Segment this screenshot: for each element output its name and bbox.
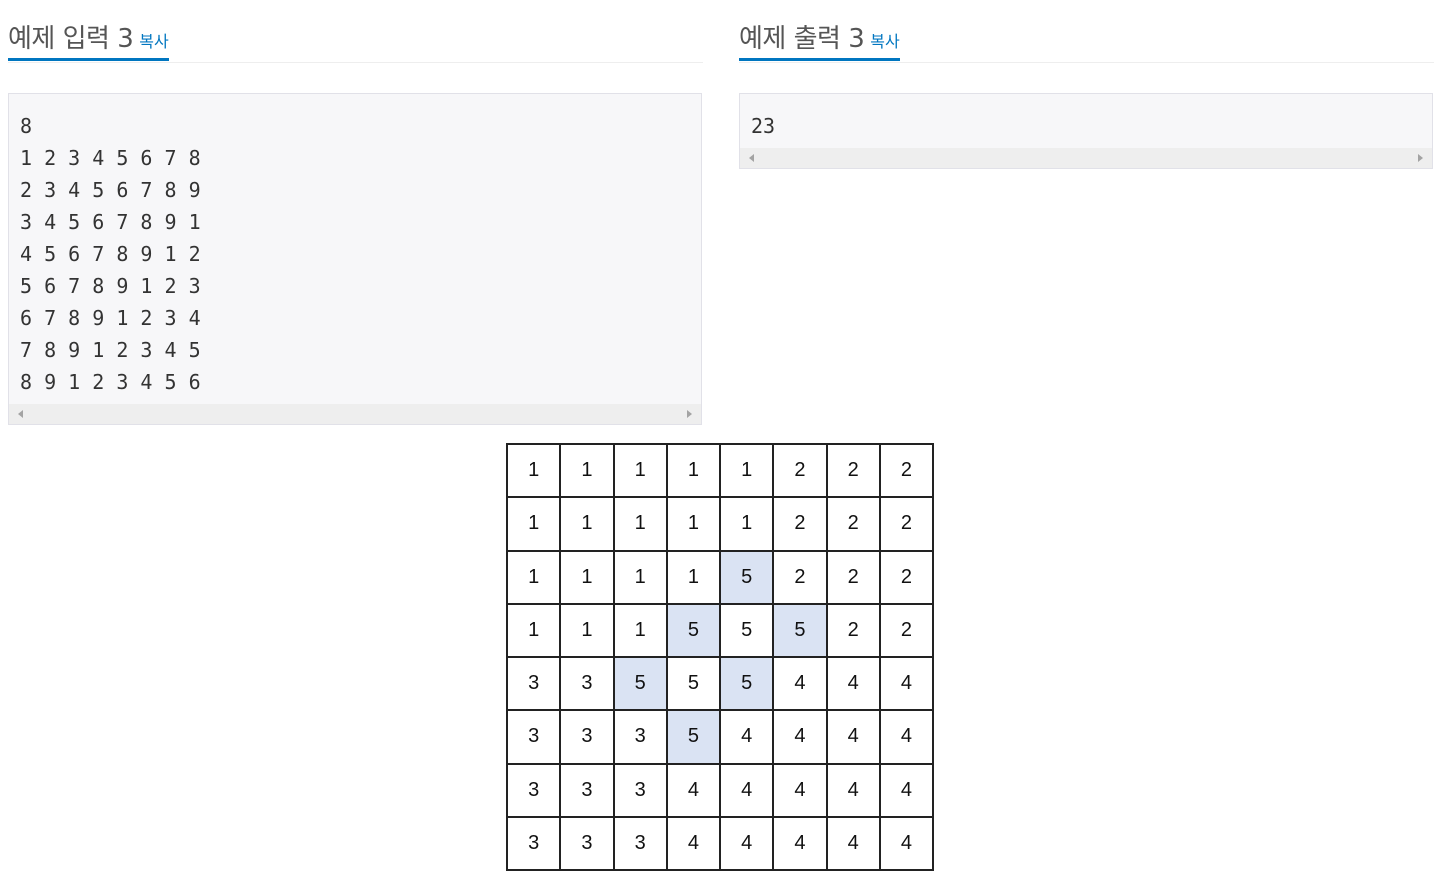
grid-cell: 1: [614, 551, 668, 605]
grid-cell: 1: [667, 445, 721, 499]
grid-cell: 1: [721, 498, 775, 552]
grid-cell: 1: [508, 604, 562, 658]
grid-cell: 5: [721, 551, 775, 605]
grid-cell: 1: [614, 604, 668, 658]
scroll-left-arrow-icon[interactable]: [749, 154, 754, 162]
sample-output-headline: 예제 출력 3 복사: [739, 0, 1434, 63]
grid-cell: 4: [827, 817, 881, 871]
grid-cell: 4: [827, 658, 881, 712]
grid-cell: 4: [667, 764, 721, 818]
grid-cell: 1: [614, 498, 668, 552]
grid-cell: 1: [508, 551, 562, 605]
grid-cell: 1: [561, 498, 615, 552]
grid-cell: 4: [721, 711, 775, 765]
grid-cell: 1: [508, 445, 562, 499]
grid-cell: 5: [721, 658, 775, 712]
grid-cell: 2: [774, 498, 828, 552]
grid-cell: 4: [880, 817, 934, 871]
grid-cell: 1: [721, 445, 775, 499]
grid-cell: 4: [721, 764, 775, 818]
grid-cell: 5: [667, 658, 721, 712]
grid-cell: 4: [721, 817, 775, 871]
sample-output-title: 예제 출력 3: [739, 24, 865, 54]
sample-input-title: 예제 입력 3: [8, 24, 134, 54]
sample-output-section: 예제 출력 3 복사 23: [739, 0, 1434, 169]
grid-cell: 5: [721, 604, 775, 658]
scroll-right-arrow-icon[interactable]: [687, 410, 692, 418]
scroll-left-arrow-icon[interactable]: [18, 410, 23, 418]
grid-cell: 3: [508, 711, 562, 765]
grid-cell: 2: [880, 551, 934, 605]
grid-cell: 4: [774, 817, 828, 871]
sample-input-section: 예제 입력 3 복사 8 1 2 3 4 5 6 7 8 2 3 4 5 6 7 …: [8, 0, 703, 425]
grid-cell: 2: [880, 604, 934, 658]
grid-cell: 2: [774, 551, 828, 605]
sample-output-text: 23: [751, 114, 776, 138]
grid-cell: 3: [614, 711, 668, 765]
grid-cell: 3: [508, 658, 562, 712]
sample-input-headline-underline: 예제 입력 3 복사: [8, 0, 169, 61]
grid-cell: 4: [774, 658, 828, 712]
grid-cell: 3: [561, 658, 615, 712]
grid-cell: 5: [774, 604, 828, 658]
grid-cell: 2: [827, 551, 881, 605]
grid-cell: 3: [561, 764, 615, 818]
grid-cell: 4: [827, 764, 881, 818]
grid-cell: 2: [827, 604, 881, 658]
grid-cell: 3: [561, 711, 615, 765]
sample-input-text: 8 1 2 3 4 5 6 7 8 2 3 4 5 6 7 8 9 3 4 5 …: [20, 114, 201, 394]
grid-cell: 4: [774, 764, 828, 818]
scroll-right-arrow-icon[interactable]: [1418, 154, 1423, 162]
grid-cell: 2: [880, 498, 934, 552]
horizontal-scrollbar[interactable]: [740, 148, 1432, 168]
horizontal-scrollbar[interactable]: [9, 404, 701, 424]
grid-cell: 5: [614, 658, 668, 712]
grid-cell: 1: [561, 551, 615, 605]
grid-cell: 5: [667, 604, 721, 658]
sample-output-copy-button[interactable]: 복사: [870, 32, 899, 51]
example-grid-figure: 1111122211111222111152221115552233555444…: [506, 443, 934, 871]
grid-cell: 2: [827, 445, 881, 499]
grid-cell: 4: [880, 711, 934, 765]
grid-cell: 1: [561, 445, 615, 499]
grid-cell: 4: [667, 817, 721, 871]
grid-cell: 3: [508, 764, 562, 818]
grid-cell: 1: [667, 498, 721, 552]
grid-cell: 2: [827, 498, 881, 552]
sample-input-copy-button[interactable]: 복사: [139, 32, 168, 51]
grid-cell: 1: [508, 498, 562, 552]
sample-input-box: 8 1 2 3 4 5 6 7 8 2 3 4 5 6 7 8 9 3 4 5 …: [8, 93, 702, 425]
grid-cell: 3: [614, 764, 668, 818]
grid-cell: 4: [880, 764, 934, 818]
grid-cell: 3: [561, 817, 615, 871]
grid-cell: 1: [561, 604, 615, 658]
grid-cell: 4: [774, 711, 828, 765]
grid-cell: 3: [508, 817, 562, 871]
grid-cell: 4: [827, 711, 881, 765]
grid-cell: 3: [614, 817, 668, 871]
grid-cell: 4: [880, 658, 934, 712]
sample-input-headline: 예제 입력 3 복사: [8, 0, 703, 63]
grid-cell: 2: [774, 445, 828, 499]
sample-output-box: 23: [739, 93, 1433, 169]
grid-cell: 1: [614, 445, 668, 499]
grid-cell: 1: [667, 551, 721, 605]
grid-cell: 2: [880, 445, 934, 499]
grid-cell: 5: [667, 711, 721, 765]
sample-output-headline-underline: 예제 출력 3 복사: [739, 0, 900, 61]
